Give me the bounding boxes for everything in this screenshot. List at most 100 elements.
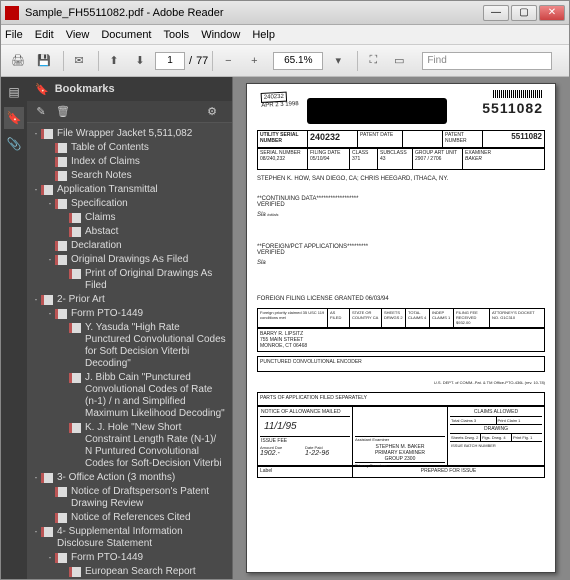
fit-page-icon[interactable]: ▭ [388,50,410,72]
new-bookmark-icon[interactable]: ✎ [33,104,49,120]
bookmarks-toolbar: ✎ 🗑 ⚙ [27,101,232,123]
zoom-input[interactable]: 65.1% [273,52,323,70]
bookmark-item[interactable]: European Search Report [27,565,230,579]
bookmark-item[interactable]: J. Bibb Cain "Punctured Convolutional Co… [27,371,230,421]
bookmark-icon [55,255,67,265]
mail-icon[interactable]: ✉ [68,50,90,72]
bookmark-item[interactable]: Notice of References Cited [27,511,230,525]
app-icon [5,6,19,20]
bookmark-icon [55,241,67,251]
patent-big-number: 5511082 [482,100,543,116]
bookmark-item[interactable]: K. J. Hole "New Short Constraint Length … [27,421,230,471]
bookmark-label: Form PTO-1449 [71,552,230,564]
print-icon[interactable]: 🖨 [7,50,29,72]
attachments-tab-icon[interactable]: 📎 [4,133,24,155]
page-current-input[interactable]: 1 [155,52,185,70]
twist-icon[interactable]: - [31,294,41,306]
bookmark-item[interactable]: -Specification [27,197,230,211]
bookmark-icon [41,129,53,139]
bookmark-item[interactable]: - File Wrapper Jacket 5,511,082 [27,127,230,141]
bookmark-icon [69,227,81,237]
bookmark-item[interactable]: Table of Contents [27,141,230,155]
bookmarks-tab-icon[interactable]: 🔖 [4,107,24,129]
bookmark-label: Table of Contents [71,142,230,154]
bookmark-icon [69,423,81,433]
twist-icon[interactable]: - [45,552,55,564]
zoom-out-icon[interactable]: − [217,50,239,72]
twist-icon[interactable]: - [31,472,41,484]
prev-page-icon[interactable]: ⬆ [103,50,125,72]
menu-help[interactable]: Help [252,29,275,41]
bookmark-label: Claims [85,212,230,224]
redaction-bar [307,98,447,124]
menu-window[interactable]: Window [201,29,240,41]
twist-icon[interactable]: - [45,308,55,320]
next-page-icon[interactable]: ⬇ [129,50,151,72]
bookmark-label: 3- Office Action (3 months) [57,472,230,484]
save-icon[interactable]: 💾 [33,50,55,72]
find-input[interactable]: Find [422,52,552,70]
menu-document[interactable]: Document [101,29,151,41]
sidebar: ▤ 🔖 📎 🔖 Bookmarks ✎ 🗑 ⚙ -File W [1,77,233,579]
bookmark-item[interactable]: -2- Prior Art [27,293,230,307]
bookmark-label: Print of Original Drawings As Filed [85,268,230,292]
bookmark-icon [69,323,81,333]
bookmark-label: Abstact [85,226,230,238]
barcode [493,90,543,98]
bookmark-label: Declaration [71,240,230,252]
bookmark-label: File Wrapper Jacket 5,511,082 [57,128,230,140]
bookmark-label: Application Transmittal [57,184,230,196]
bookmark-item[interactable]: Index of Claims [27,155,230,169]
bookmark-icon [41,527,53,537]
bookmark-item[interactable]: -4- Supplemental Information Disclosure … [27,525,230,551]
toolbar: 🖨 💾 ✉ ⬆ ⬇ 1 / 77 − + 65.1% ▾ ⛶ ▭ Find [1,45,569,77]
options-icon[interactable]: ⚙ [204,104,220,120]
bookmark-item[interactable]: Y. Yasuda "High Rate Punctured Convoluti… [27,321,230,371]
bookmark-item[interactable]: - 3- Office Action (3 months) [27,471,230,485]
bookmark-icon [55,143,67,153]
bookmark-item[interactable]: Claims [27,211,230,225]
bookmark-icon [41,295,53,305]
bookmark-item[interactable]: - Original Drawings As Filed [27,253,230,267]
zoom-in-icon[interactable]: + [243,50,265,72]
bookmark-icon [69,373,81,383]
menu-view[interactable]: View [66,29,90,41]
menu-tools[interactable]: Tools [164,29,190,41]
minimize-button[interactable]: — [483,5,509,21]
pages-tab-icon[interactable]: ▤ [4,81,24,103]
bookmark-icon [41,473,53,483]
stamp-block: 240232 APR 2 3 1998 [261,91,299,109]
bookmark-item[interactable]: Print of Original Drawings As Filed [27,267,230,293]
maximize-button[interactable]: ▢ [511,5,537,21]
bookmark-item[interactable]: - Application Transmittal [27,183,230,197]
bookmark-icon [55,513,67,523]
close-button[interactable]: ✕ [539,5,565,21]
twist-icon[interactable]: - [31,128,41,140]
bookmark-icon [55,553,67,563]
twist-icon[interactable]: - [31,184,41,196]
twist-icon[interactable]: - [45,254,55,266]
side-tabs: ▤ 🔖 📎 [1,77,27,579]
bookmark-item[interactable]: Notice of Draftsperson's Patent Drawing … [27,485,230,511]
menu-file[interactable]: File [5,29,23,41]
bookmark-item[interactable]: - Form PTO-1449 [27,551,230,565]
zoom-dropdown-icon[interactable]: ▾ [327,50,349,72]
bookmark-label: Notice of Draftsperson's Patent Drawing … [71,486,230,510]
delete-bookmark-icon[interactable]: 🗑 [55,104,71,120]
fit-width-icon[interactable]: ⛶ [362,50,384,72]
applicants: STEPHEN K. HOW, SAN DIEGO, CA; CHRIS HEE… [257,176,545,182]
bookmark-icon [55,199,67,209]
bookmark-item[interactable]: -Form PTO-1449 [27,307,230,321]
bookmark-label: K. J. Hole "New Short Constraint Length … [85,422,230,470]
twist-icon[interactable]: - [45,198,55,210]
bookmark-item[interactable]: Search Notes [27,169,230,183]
bookmarks-header: 🔖 Bookmarks [27,77,232,101]
bookmark-icon [69,567,81,577]
menu-edit[interactable]: Edit [35,29,54,41]
bookmark-label: Original Drawings As Filed [71,254,230,266]
bookmark-item[interactable]: Abstact [27,225,230,239]
twist-icon[interactable]: - [31,526,41,538]
bookmark-label: Notice of References Cited [71,512,230,524]
bookmark-item[interactable]: Declaration [27,239,230,253]
document-view[interactable]: 5511082 240232 APR 2 3 1998 UTILITY SERI… [233,77,569,579]
